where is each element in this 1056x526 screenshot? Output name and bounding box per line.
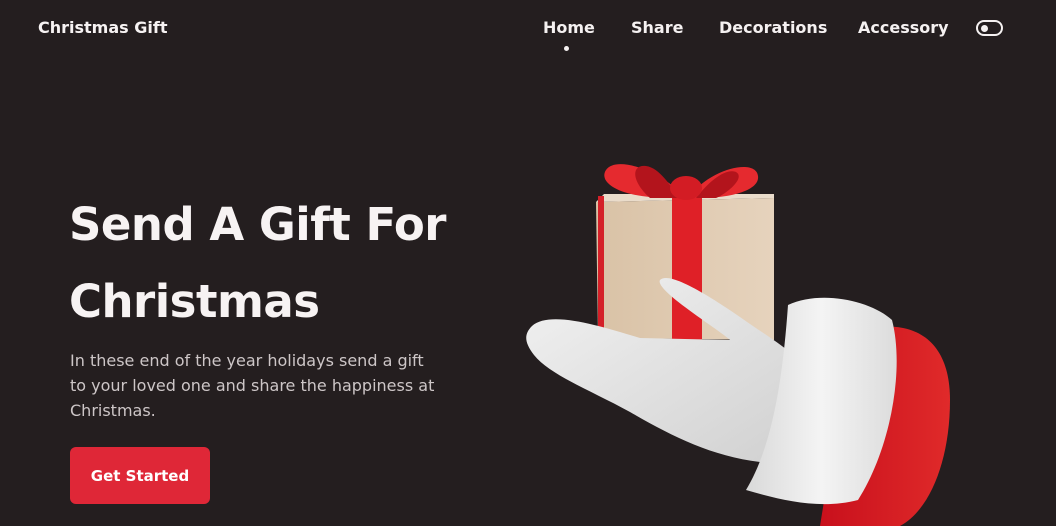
nav-decorations[interactable]: Decorations [719,18,827,37]
nav-accessory[interactable]: Accessory [858,18,949,37]
santa-hand-gift-icon [526,164,950,526]
main-nav: Home Share Decorations Accessory [0,18,1056,58]
hero-description: In these end of the year holidays send a… [70,351,435,420]
hero-title: Send A Gift For Christmas [69,186,509,340]
toggle-knob [981,24,988,32]
page: Christmas Gift Home Share Decorations Ac… [0,0,1056,526]
get-started-button[interactable]: Get Started [70,447,210,504]
active-nav-indicator [564,46,569,51]
nav-share[interactable]: Share [631,18,683,37]
nav-home[interactable]: Home [543,18,595,37]
theme-toggle-icon[interactable] [976,20,1003,36]
hero-title-line2: Christmas [69,275,320,328]
gift-box [596,194,774,340]
hero-title-line1: Send A Gift For [69,198,446,251]
